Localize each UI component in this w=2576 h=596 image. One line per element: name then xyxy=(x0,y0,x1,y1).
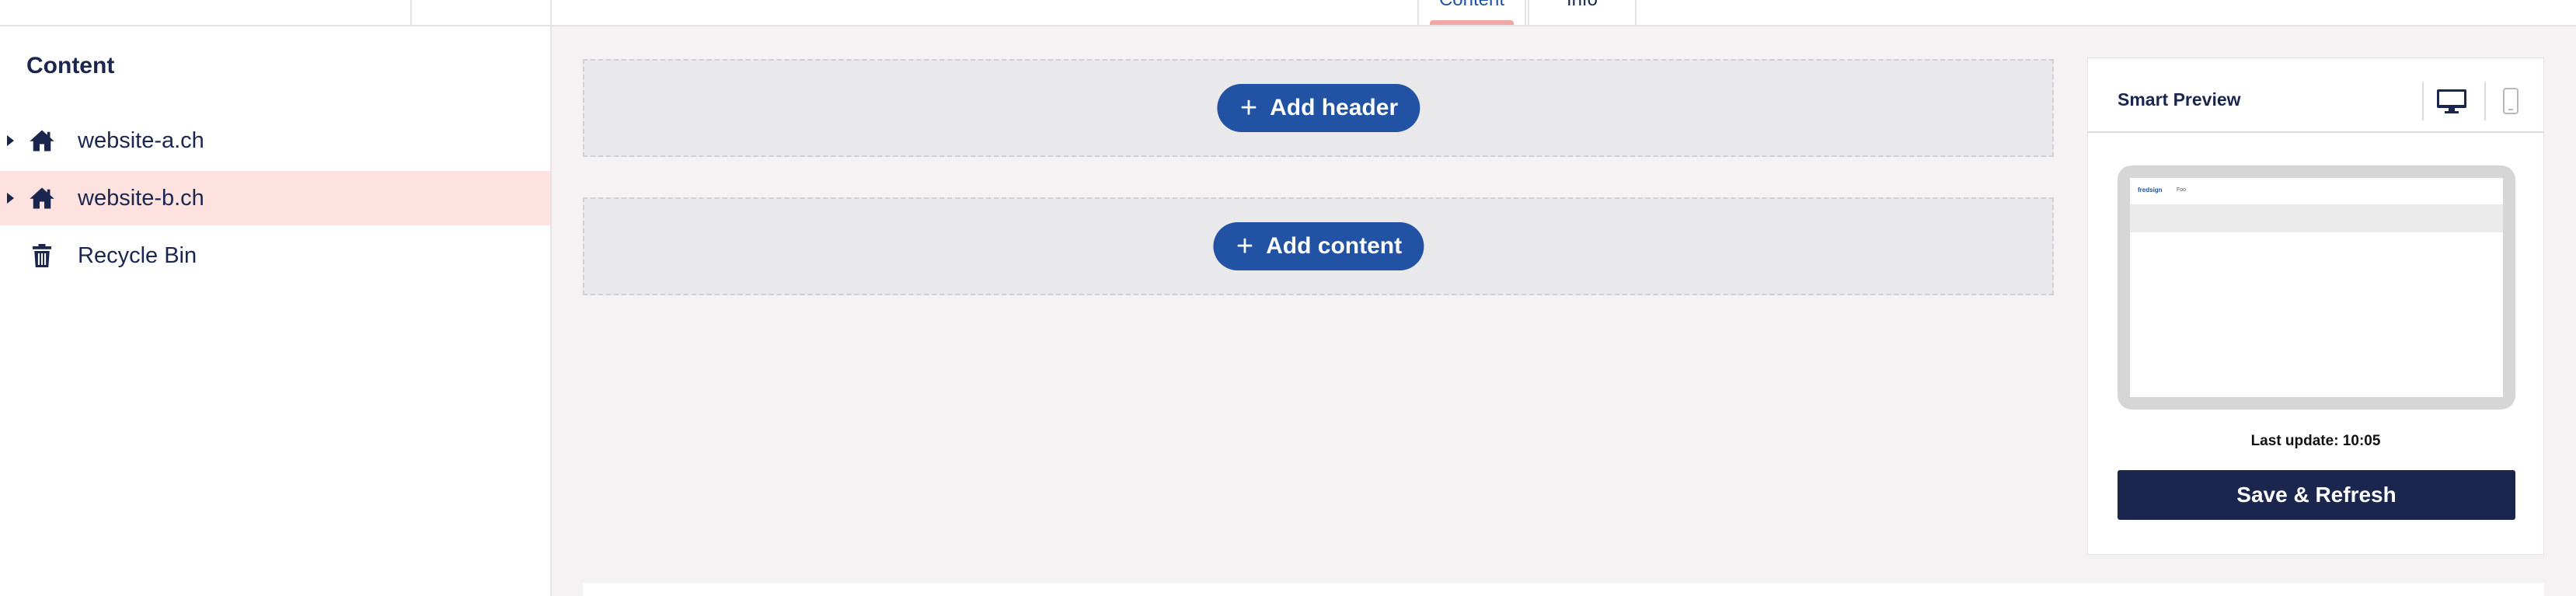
preview-title: Smart Preview xyxy=(2118,89,2241,110)
tab-info[interactable]: Info xyxy=(1528,0,1637,25)
sidebar-topbar xyxy=(0,0,550,26)
desktop-icon xyxy=(2437,89,2466,113)
content-tree-sidebar: Content website-a.ch website-b.ch Recycl… xyxy=(0,0,552,596)
bottom-card xyxy=(583,583,2544,596)
tab-content[interactable]: Content xyxy=(1417,0,1526,25)
preview-mini-link: Foo xyxy=(2177,187,2187,193)
active-tab-indicator xyxy=(1430,20,1514,25)
caret-right-icon[interactable] xyxy=(7,135,14,146)
add-content-label: Add content xyxy=(1266,233,1403,259)
add-header-button[interactable]: + Add header xyxy=(1216,84,1420,132)
desktop-view-button[interactable] xyxy=(2430,85,2473,117)
device-separator xyxy=(2422,82,2424,120)
editor-topbar: Content Info xyxy=(552,0,2576,26)
content-dropzone: + Add content xyxy=(583,197,2054,295)
save-refresh-button[interactable]: Save & Refresh xyxy=(2118,470,2515,520)
plus-icon: + xyxy=(1236,230,1254,263)
tree-item-website-b[interactable]: website-b.ch xyxy=(0,171,550,225)
tree-item-label: website-b.ch xyxy=(78,185,204,211)
home-icon xyxy=(30,187,54,209)
header-dropzone: + Add header xyxy=(583,59,2054,157)
home-icon xyxy=(30,130,54,152)
tree-item-recycle-bin[interactable]: Recycle Bin xyxy=(0,228,550,283)
last-update-text: Last update: 10:05 xyxy=(2250,433,2381,449)
preview-mini-band xyxy=(2130,204,2503,232)
preview-screen: fredsign Foo xyxy=(2130,178,2503,397)
tree-item-website-a[interactable]: website-a.ch xyxy=(0,113,550,168)
preview-mini-nav: fredsign Foo xyxy=(2130,178,2503,204)
preview-mini-logo: fredsign xyxy=(2138,186,2163,193)
tree-item-label: Recycle Bin xyxy=(78,242,197,268)
smart-preview-panel: Smart Preview fredsign Foo Last update: … xyxy=(2087,58,2544,555)
caret-right-icon[interactable] xyxy=(7,193,14,204)
plus-icon: + xyxy=(1239,92,1258,124)
trash-icon xyxy=(33,244,51,267)
mobile-view-button[interactable] xyxy=(2489,85,2532,117)
tab-label: Content xyxy=(1419,0,1525,11)
mobile-icon xyxy=(2503,88,2518,114)
preview-header: Smart Preview xyxy=(2088,58,2543,133)
add-header-label: Add header xyxy=(1270,95,1399,120)
tab-label: Info xyxy=(1529,0,1635,11)
tree-item-label: website-a.ch xyxy=(78,127,204,153)
preview-device-frame: fredsign Foo xyxy=(2118,166,2515,410)
add-content-button[interactable]: + Add content xyxy=(1212,222,1424,270)
sidebar-heading: Content xyxy=(26,53,115,78)
device-separator xyxy=(2484,82,2486,120)
topbar-divider xyxy=(410,0,412,25)
